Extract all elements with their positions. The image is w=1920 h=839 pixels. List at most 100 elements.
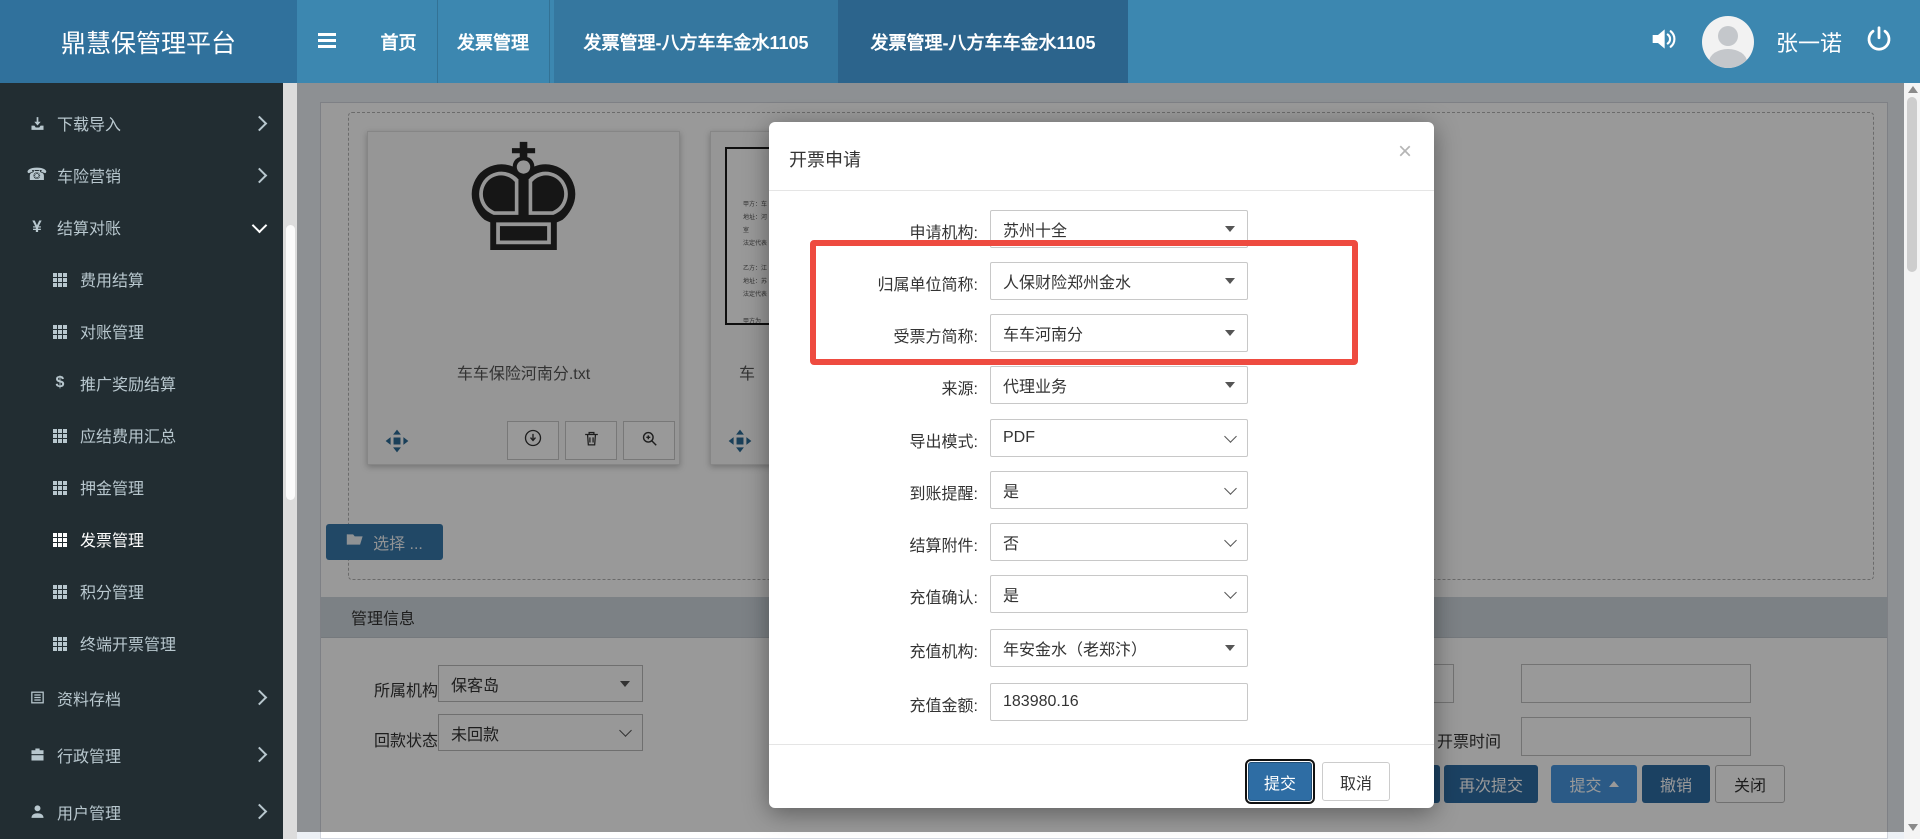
dollar-icon: $ xyxy=(55,374,65,391)
owner-unit-label: 归属单位简称: xyxy=(877,277,978,294)
sidebar-subitem-points[interactable]: 积分管理 xyxy=(0,565,283,617)
recharge-confirm-select[interactable]: 是 xyxy=(990,575,1248,613)
grid-icon xyxy=(47,480,73,495)
sidebar-subitem-fee-summary[interactable]: 应结费用汇总 xyxy=(0,409,283,461)
grid-icon xyxy=(47,636,73,651)
scroll-down-icon[interactable] xyxy=(1908,824,1918,831)
source-label: 来源: xyxy=(941,381,978,398)
form-row: 来源: 代理业务 xyxy=(769,366,1434,404)
arrival-remind-value: 是 xyxy=(1003,484,1020,501)
briefcase-icon xyxy=(24,746,50,763)
grid-icon xyxy=(47,532,73,547)
sidebar-subitem-deposit[interactable]: 押金管理 xyxy=(0,461,283,513)
grid-icon xyxy=(47,272,73,287)
recharge-confirm-label: 充值确认: xyxy=(909,590,978,607)
sidebar-subitem-label: 推广奖励结算 xyxy=(80,377,177,394)
recharge-confirm-value: 是 xyxy=(1003,588,1020,605)
sidebar-subitem-terminal-invoice[interactable]: 终端开票管理 xyxy=(0,617,283,669)
sidebar-subitem-reconciliation[interactable]: 对账管理 xyxy=(0,305,283,357)
settle-attach-value: 否 xyxy=(1003,536,1020,553)
right-scrollbar-thumb[interactable] xyxy=(1907,97,1917,272)
sidebar-item-label: 下载导入 xyxy=(57,117,122,134)
tab-invoice-bafang-2-active[interactable]: 发票管理-八方车车金水1105 xyxy=(838,0,1128,83)
left-scrollbar[interactable] xyxy=(283,83,297,839)
download-import-icon xyxy=(24,115,50,132)
sidebar-item-label: 行政管理 xyxy=(57,748,122,766)
invoice-apply-modal: 开票申请 × 申请机构: 苏州十全 归属单位简称: 人保财险郑州金水 受票方简称… xyxy=(769,122,1434,808)
menu-toggle-icon[interactable] xyxy=(318,33,336,48)
yen-icon: ¥ xyxy=(32,217,42,236)
tab-invoice-bafang-2-label: 发票管理-八方车车金水1105 xyxy=(870,32,1096,53)
form-row: 充值确认: 是 xyxy=(769,575,1434,613)
sidebar-item-users[interactable]: 用户管理 xyxy=(0,783,283,839)
sidebar-item-label: 结算对账 xyxy=(57,221,122,238)
settle-attach-select[interactable]: 否 xyxy=(990,523,1248,561)
sidebar-item-car-insurance-marketing[interactable]: ☎ 车险营销 xyxy=(0,149,283,201)
chevron-right-icon xyxy=(251,689,268,706)
sidebar-subitem-label: 应结费用汇总 xyxy=(80,429,177,446)
username: 张一诺 xyxy=(1775,30,1842,56)
scroll-up-icon[interactable] xyxy=(1908,86,1918,93)
caret-down-icon xyxy=(1225,330,1235,336)
owner-unit-value: 人保财险郑州金水 xyxy=(1003,275,1132,292)
tab-invoice-bafang-1[interactable]: 发票管理-八方车车金水1105 xyxy=(554,0,838,83)
left-scrollbar-thumb[interactable] xyxy=(285,225,295,500)
grid-icon xyxy=(47,428,73,443)
chevron-right-icon xyxy=(251,115,268,131)
source-dropdown[interactable]: 代理业务 xyxy=(990,366,1248,404)
sidebar-item-settlement[interactable]: ¥ 结算对账 xyxy=(0,201,283,253)
recharge-org-dropdown[interactable]: 年安金水（老郑汴） xyxy=(990,629,1248,667)
sidebar-item-label: 用户管理 xyxy=(57,805,122,823)
sidebar-item-download-import[interactable]: 下载导入 xyxy=(0,97,283,149)
chevron-right-icon xyxy=(251,803,268,820)
settle-attach-label: 结算附件: xyxy=(909,538,978,555)
form-row: 充值金额: xyxy=(769,683,1434,721)
sidebar-subitem-label: 终端开票管理 xyxy=(80,637,177,654)
tab-invoice-mgmt[interactable]: 发票管理 xyxy=(437,0,549,83)
close-icon[interactable]: × xyxy=(1398,140,1412,164)
tab-home[interactable]: 首页 xyxy=(360,0,437,83)
submit-button[interactable]: 提交 xyxy=(1245,759,1315,804)
recharge-amount-input[interactable] xyxy=(990,683,1248,721)
owner-unit-dropdown[interactable]: 人保财险郑州金水 xyxy=(990,262,1248,300)
arrival-remind-label: 到账提醒: xyxy=(909,486,978,503)
avatar[interactable] xyxy=(1701,15,1754,68)
recharge-amount-label: 充值金额: xyxy=(909,698,978,715)
sound-icon[interactable] xyxy=(1648,23,1680,60)
sidebar-subitem-promo-reward[interactable]: $ 推广奖励结算 xyxy=(0,357,283,409)
export-mode-select[interactable]: PDF xyxy=(990,419,1248,457)
source-value: 代理业务 xyxy=(1003,379,1068,396)
sidebar: 下载导入 ☎ 车险营销 ¥ 结算对账 费用结算 对账管理 $ 推广奖励结算 应结… xyxy=(0,83,283,839)
arrival-remind-select[interactable]: 是 xyxy=(990,471,1248,509)
screen: ♚ 车车保险河南分.txt 甲方：车 地址：河 室 法定代表 乙方：江 地址：苏… xyxy=(0,0,1920,839)
apply-org-dropdown[interactable]: 苏州十全 xyxy=(990,210,1248,248)
sidebar-subitem-label: 发票管理 xyxy=(80,533,145,550)
chevron-right-icon xyxy=(251,167,268,183)
user-icon xyxy=(24,803,50,820)
tab-invoice-bafang-1-label: 发票管理-八方车车金水1105 xyxy=(583,32,809,53)
recharge-org-value: 年安金水（老郑汴） xyxy=(1003,642,1148,659)
chevron-right-icon xyxy=(251,746,268,763)
tab-invoice-mgmt-label: 发票管理 xyxy=(457,32,529,53)
right-scrollbar[interactable] xyxy=(1904,83,1920,839)
phone-icon: ☎ xyxy=(26,165,48,184)
submit-button-label: 提交 xyxy=(1263,775,1296,793)
chevron-down-icon xyxy=(1224,533,1237,547)
form-row: 受票方简称: 车车河南分 xyxy=(769,314,1434,352)
sidebar-item-archive[interactable]: 资料存档 xyxy=(0,669,283,726)
sidebar-subitem-label: 押金管理 xyxy=(80,481,145,498)
recharge-org-label: 充值机构: xyxy=(909,644,978,661)
sidebar-item-admin[interactable]: 行政管理 xyxy=(0,726,283,783)
chevron-down-icon xyxy=(1224,429,1237,443)
payee-dropdown[interactable]: 车车河南分 xyxy=(990,314,1248,352)
app-logo[interactable]: 鼎慧保管理平台 xyxy=(0,0,297,83)
caret-down-icon xyxy=(1225,645,1235,651)
sidebar-subitem-invoice-mgmt[interactable]: 发票管理 xyxy=(0,513,283,565)
logout-icon[interactable] xyxy=(1864,24,1894,59)
grid-icon xyxy=(47,324,73,339)
caret-down-icon xyxy=(1225,382,1235,388)
sidebar-subitem-fee-settlement[interactable]: 费用结算 xyxy=(0,253,283,305)
sidebar-subitem-label: 积分管理 xyxy=(80,585,145,602)
tab-home-label: 首页 xyxy=(380,32,417,53)
cancel-button[interactable]: 取消 xyxy=(1322,762,1390,801)
